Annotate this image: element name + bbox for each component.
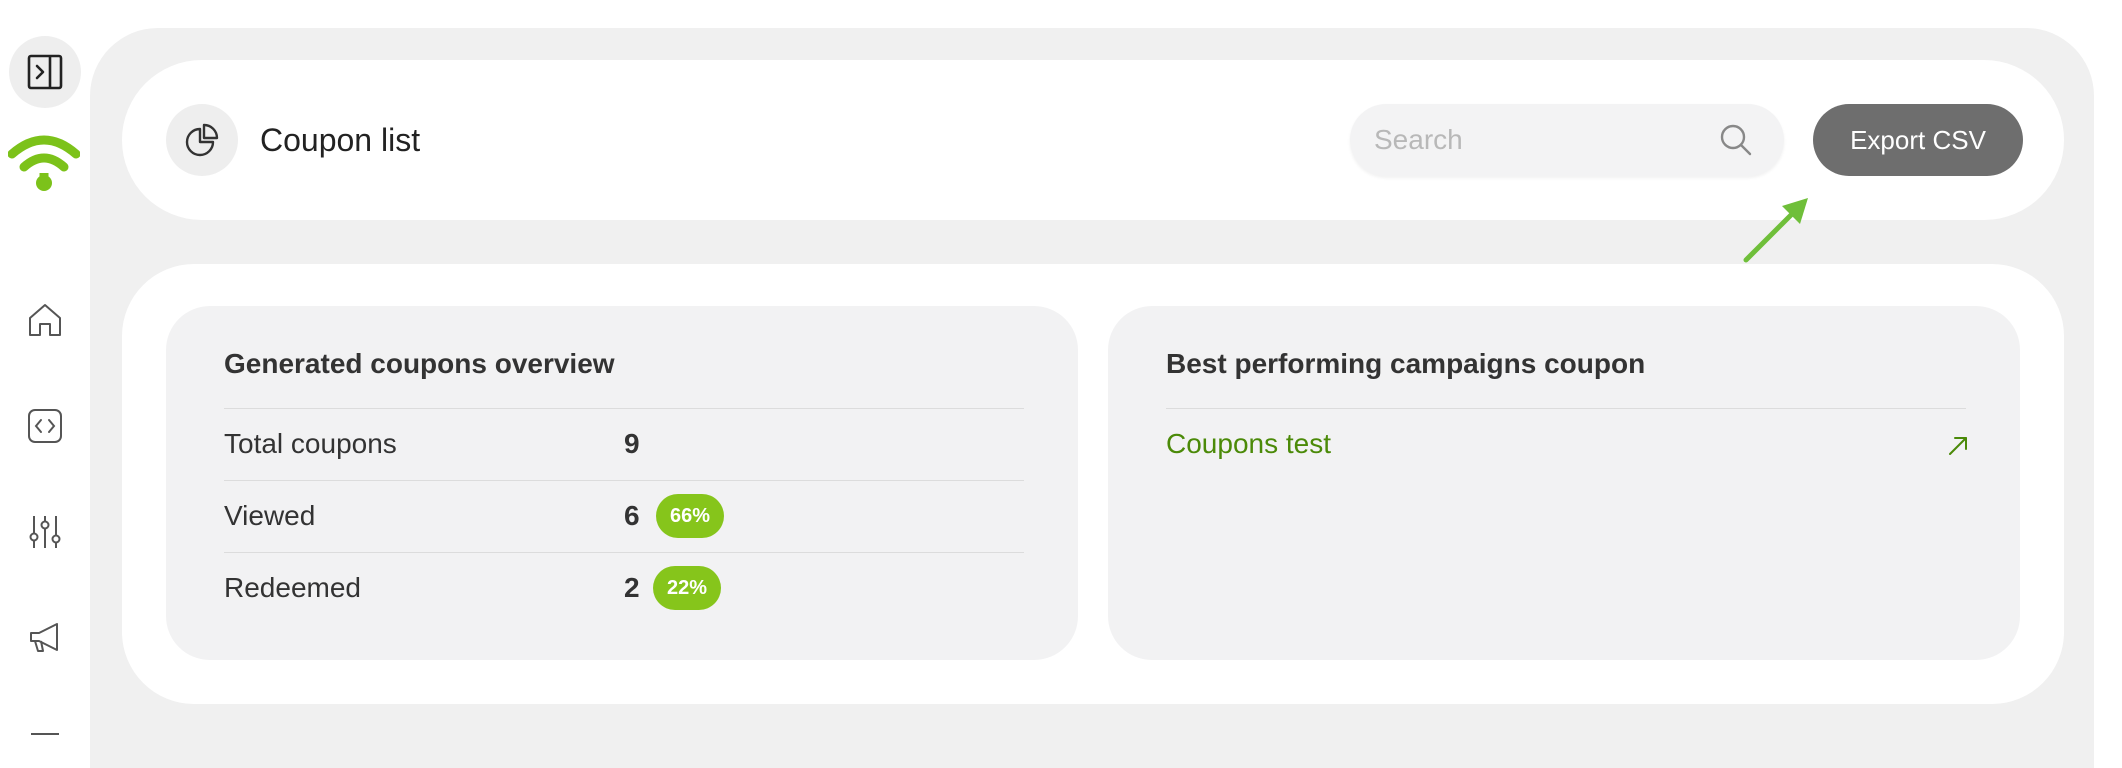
export-csv-button[interactable]: Export CSV — [1813, 104, 2023, 176]
home-icon — [29, 304, 61, 336]
stat-value: 2 — [624, 572, 640, 603]
divider — [224, 552, 1024, 553]
page-title: Coupon list — [260, 122, 421, 158]
percent-badge: 66% — [656, 494, 725, 538]
stat-value: 6 — [624, 500, 640, 531]
sidebar-toggle-button[interactable] — [9, 36, 81, 108]
campaign-link[interactable]: Coupons test — [1166, 424, 1331, 464]
search-icon[interactable] — [1718, 122, 1754, 158]
megaphone-icon — [30, 623, 58, 652]
sidebar-item-more[interactable] — [21, 720, 69, 768]
sidebar-item-settings[interactable] — [21, 508, 69, 556]
sidebar-item-code[interactable] — [21, 402, 69, 450]
stat-label: Total coupons — [224, 428, 397, 459]
page-icon — [166, 104, 238, 176]
annotation-arrow-icon — [1743, 198, 1808, 263]
wifi-logo-icon — [8, 135, 80, 191]
search-input[interactable] — [1372, 104, 1712, 176]
code-icon — [28, 409, 62, 443]
divider — [224, 408, 1024, 409]
sliders-icon — [29, 516, 61, 548]
list-icon — [31, 733, 59, 735]
stat-label: Viewed — [224, 500, 316, 531]
stat-label: Redeemed — [224, 572, 361, 603]
percent-badge: 22% — [653, 566, 722, 610]
content-card: Generated coupons overview Total coupons… — [122, 264, 2064, 704]
arrow-up-right-icon[interactable] — [1946, 434, 1970, 458]
overview-title: Generated coupons overview — [224, 348, 615, 379]
sidebar — [0, 0, 90, 736]
best-campaigns-title: Best performing campaigns coupon — [1166, 348, 1646, 379]
stat-value: 9 — [624, 428, 640, 459]
search-box — [1350, 104, 1784, 176]
divider — [224, 480, 1024, 481]
sidebar-toggle-icon — [27, 54, 63, 90]
coupons-overview-panel: Generated coupons overview Total coupons… — [166, 306, 1078, 660]
sidebar-item-home[interactable] — [21, 296, 69, 344]
best-campaigns-panel: Best performing campaigns coupon Coupons… — [1108, 306, 2020, 660]
pie-chart-icon — [185, 123, 219, 157]
sidebar-item-campaigns[interactable] — [21, 614, 69, 662]
divider — [1166, 408, 1966, 409]
